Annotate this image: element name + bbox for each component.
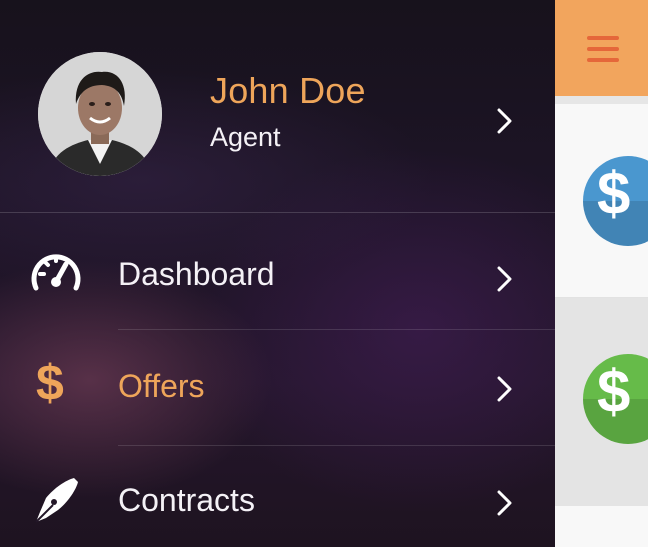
top-bar-shadow	[555, 96, 648, 104]
profile-name: John Doe	[210, 70, 366, 111]
fountain-pen-icon	[28, 472, 84, 528]
chevron-right-icon	[494, 106, 516, 136]
main-content: $ $	[555, 0, 648, 547]
dollar-coin-icon: $	[583, 354, 648, 444]
menu-item-label: Offers	[118, 368, 205, 404]
menu-item-contracts[interactable]: Contracts	[0, 446, 555, 547]
hamburger-icon[interactable]	[587, 36, 619, 62]
chevron-right-icon	[494, 374, 516, 404]
offer-card[interactable]	[555, 506, 648, 547]
app-screen: $ $ John Doe Agent Dashboard $ Offers Co…	[0, 0, 648, 547]
menu-item-dashboard[interactable]: Dashboard	[0, 214, 555, 330]
menu-item-offers[interactable]: $ Offers	[0, 330, 555, 446]
top-bar	[555, 0, 648, 96]
speedometer-icon	[28, 244, 84, 300]
side-drawer: John Doe Agent Dashboard $ Offers Contra…	[0, 0, 555, 547]
dollar-icon: $	[36, 355, 64, 411]
profile-header[interactable]: John Doe Agent	[0, 0, 555, 213]
chevron-right-icon	[494, 264, 516, 294]
profile-role: Agent	[210, 122, 281, 152]
menu-item-label: Contracts	[118, 482, 255, 518]
offer-card[interactable]: $	[555, 298, 648, 506]
avatar	[38, 52, 162, 176]
offer-card[interactable]: $	[555, 104, 648, 298]
menu-item-label: Dashboard	[118, 256, 275, 292]
chevron-right-icon	[494, 488, 516, 518]
dollar-coin-icon: $	[583, 156, 648, 246]
